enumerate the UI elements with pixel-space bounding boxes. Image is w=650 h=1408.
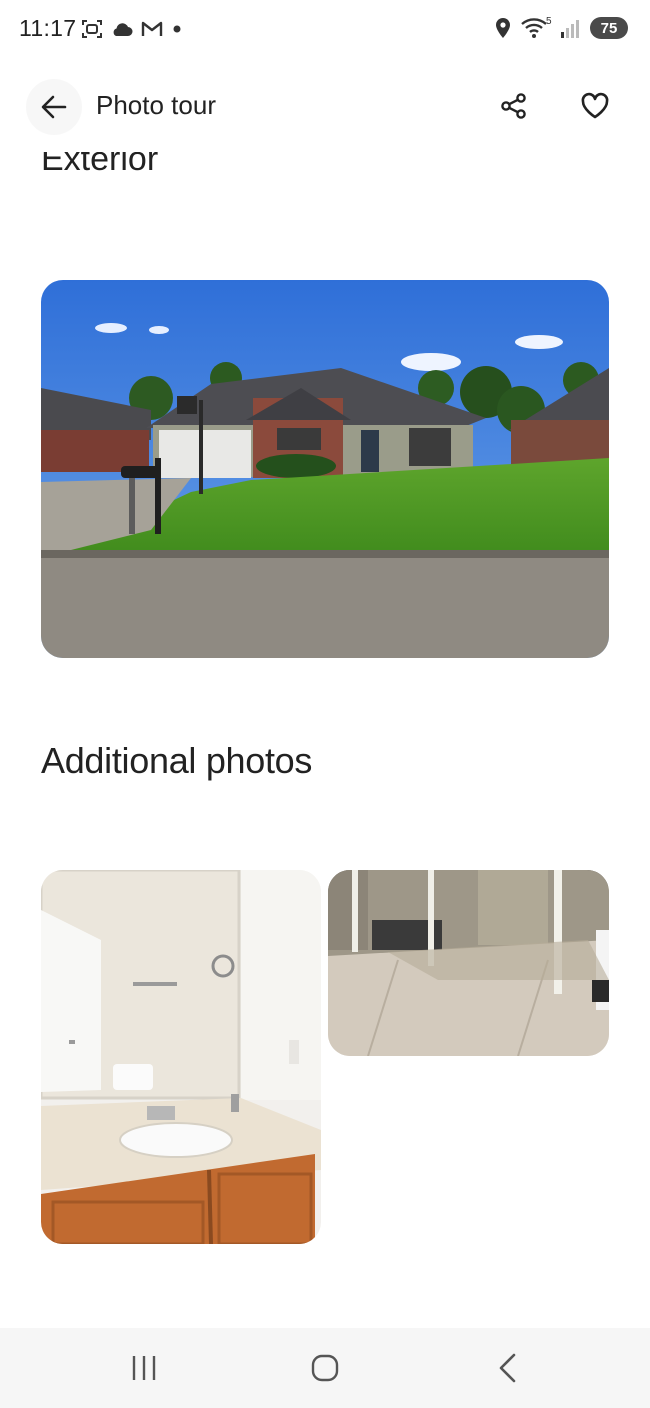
covered-patio-photo[interactable] [328,870,609,1056]
heart-icon [581,92,609,119]
signal-icon [561,20,579,38]
section-heading-additional: Additional photos [41,740,313,781]
screenshot-icon [82,20,102,38]
back-icon [499,1353,516,1383]
home-icon [311,1354,339,1382]
recent-apps-icon [132,1356,156,1380]
back-button[interactable] [26,79,82,135]
system-back-button[interactable] [478,1344,538,1392]
location-icon [496,18,510,38]
page-title: Photo tour [96,90,216,120]
wifi-icon: 5 [521,16,552,38]
status-bar: 11:17 5 75 [0,0,650,62]
battery-indicator: 75 [590,17,628,39]
home-button[interactable] [295,1344,355,1392]
save-button[interactable] [573,84,617,128]
arrow-left-icon [41,95,67,119]
header: Photo tour [0,62,650,152]
photo-tour-content[interactable]: Exterior Additional photos [0,152,650,1328]
status-left-icons [80,18,184,40]
system-nav-bar [0,1328,650,1408]
gmail-icon [141,21,163,36]
status-time: 11:17 [19,15,77,41]
status-right-icons: 5 75 [494,16,628,40]
share-button[interactable] [492,84,536,128]
section-heading-exterior: Exterior [41,152,159,178]
bathroom-vanity-photo[interactable] [41,870,321,1244]
exterior-house-photo[interactable] [41,280,609,658]
wifi-badge: 5 [546,16,552,27]
recent-apps-button[interactable] [114,1344,174,1392]
share-icon [501,93,526,119]
dot-icon [173,25,181,33]
cloud-icon [113,23,133,36]
